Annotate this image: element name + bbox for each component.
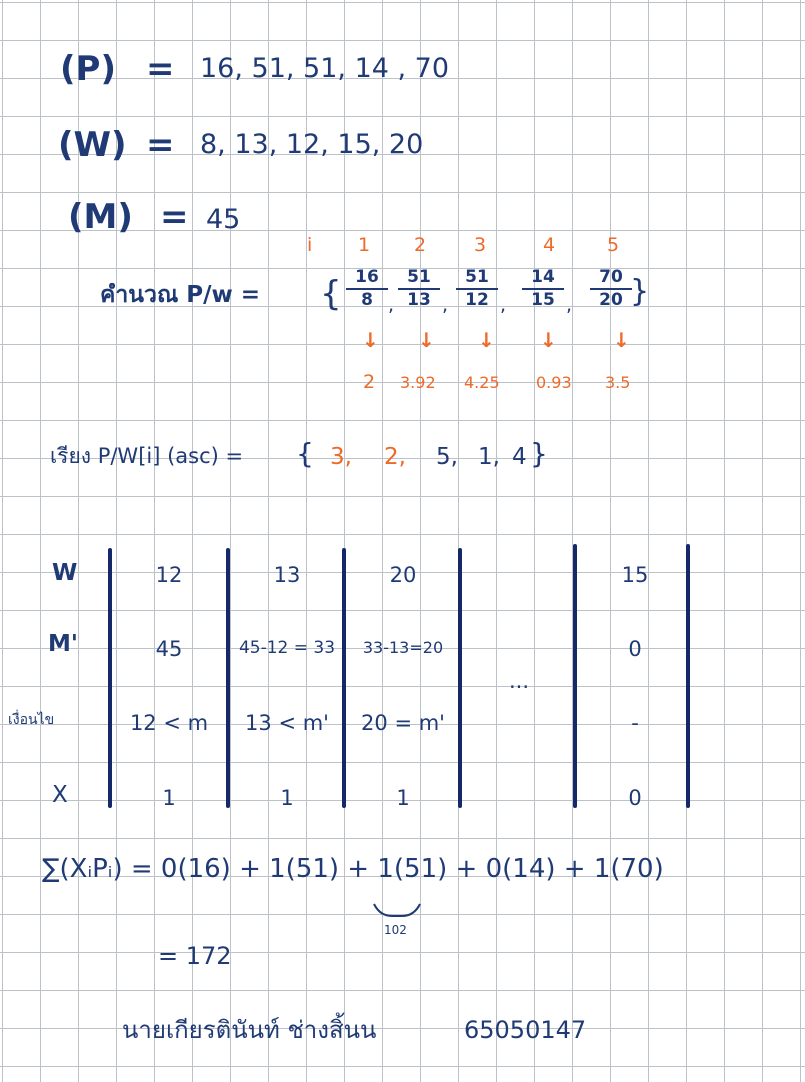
comma-1: , [388,294,395,316]
fraction-4-den: 15 [531,289,555,310]
down-arrow-icon: ↓ [540,328,557,352]
w-values: 8, 13, 12, 15, 20 [200,129,424,160]
ratio-result-3: 4.25 [464,373,500,392]
p-eq: = [146,49,175,89]
table-cell-m: 33-13=20 [362,638,444,657]
fraction-4: 14 15 [522,268,564,309]
m-value: 45 [206,204,241,235]
p-label: (P) [60,49,116,89]
sort-item-3: 5, [436,444,458,470]
m-eq: = [160,197,189,237]
fraction-3: 51 12 [456,268,498,309]
table-cell-x: 1 [162,786,176,810]
down-arrow-icon: ↓ [418,328,435,352]
table-divider [108,548,112,808]
sum-result: = 172 [158,942,232,970]
fraction-2-den: 13 [407,289,431,310]
ratio-result-4: 0.93 [536,373,572,392]
table-cell-m: 45 [155,637,183,661]
ratio-result-5: 3.5 [605,373,631,392]
table-cell-w: 15 [621,563,649,587]
fraction-3-num: 51 [456,268,498,290]
index-label: i [307,234,313,256]
ratio-result-2: 3.92 [400,373,436,392]
table-cell-condition: - [631,711,639,735]
index-4: 4 [543,234,556,256]
table-cell-ellipsis: ... [508,669,530,693]
m-label: (M) [68,197,133,237]
table-divider [342,548,346,808]
index-1: 1 [358,234,371,256]
fraction-1-num: 16 [346,268,388,290]
table-cell-condition: 20 = m' [361,711,445,735]
table-divider [458,548,462,808]
index-5: 5 [607,234,620,256]
fraction-5-num: 70 [590,268,632,290]
row-label-condition: เงื่อนไข [8,712,55,728]
sum-sub-note: 102 [384,923,407,937]
underbrace-icon [373,903,421,917]
table-cell-w: 13 [273,563,301,587]
index-3: 3 [474,234,487,256]
ratio-result-1: 2 [363,371,376,393]
signature-name: นายเกียรตินันท์ ช่างสิ้นน [122,1016,377,1044]
sort-label: เรียง P/W[i] (asc) = [50,444,244,468]
table-divider [226,548,230,808]
sort-item-4: 1, [478,444,500,470]
comma-3: , [500,294,507,316]
sort-item-2: 2, [384,444,406,470]
w-eq: = [146,125,175,165]
ratio-open-brace: { [320,274,342,314]
sort-close-brace: } [530,437,548,470]
down-arrow-icon: ↓ [362,328,379,352]
fraction-2-num: 51 [398,268,440,290]
fraction-4-num: 14 [522,268,564,290]
table-cell-condition: 12 < m [129,711,209,735]
fraction-5-den: 20 [599,289,623,310]
ratio-title: คำนวณ P/w = [100,282,261,308]
table-cell-w: 12 [155,563,183,587]
comma-4: , [566,294,573,316]
w-label: (W) [58,125,127,165]
table-cell-condition: 13 < m' [245,711,329,735]
sort-item-5: 4 [512,444,527,470]
row-label-x: X [52,782,68,808]
p-values: 16, 51, 51, 14 , 70 [200,53,450,84]
fraction-2: 51 13 [398,268,440,309]
table-cell-x: 0 [628,786,642,810]
table-cell-w: 20 [389,563,417,587]
ratio-close-brace: } [630,274,650,309]
fraction-1-den: 8 [361,289,373,310]
fraction-5: 70 20 [590,268,632,309]
index-2: 2 [414,234,427,256]
fraction-3-den: 12 [465,289,489,310]
down-arrow-icon: ↓ [478,328,495,352]
row-label-w: W [52,560,78,586]
comma-2: , [442,294,449,316]
sort-open-brace: { [296,437,314,470]
table-cell-x: 1 [280,786,294,810]
sort-item-1: 3, [330,444,352,470]
sum-expression: ∑(XᵢPᵢ) = 0(16) + 1(51) + 1(51) + 0(14) … [42,854,664,884]
down-arrow-icon: ↓ [613,328,630,352]
signature-student-id: 65050147 [464,1016,587,1044]
row-label-m: M' [48,631,78,657]
fraction-1: 16 8 [346,268,388,309]
table-cell-m: 0 [628,637,642,661]
table-cell-m: 45-12 = 33 [238,638,336,658]
table-cell-x: 1 [396,786,410,810]
